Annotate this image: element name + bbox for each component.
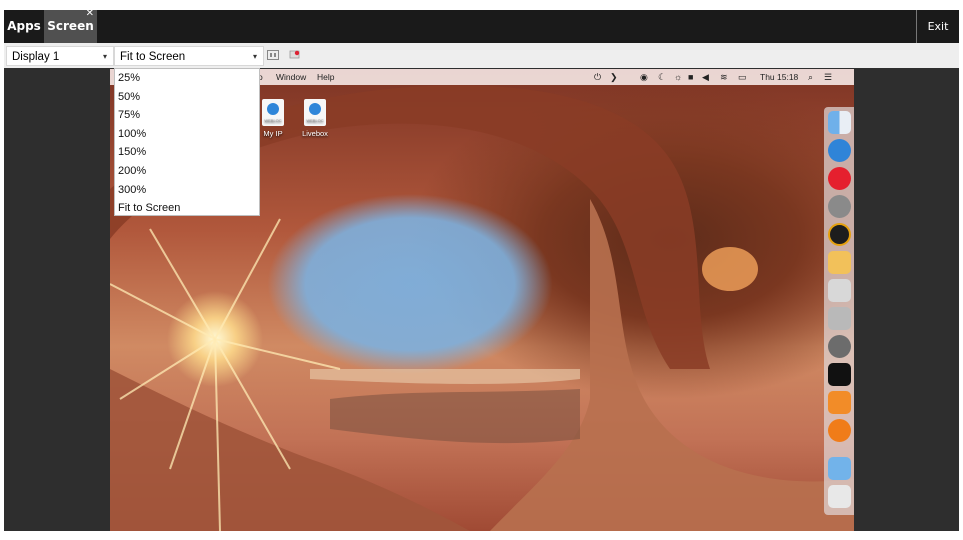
zoom-dropdown-menu: 25% 50% 75% 100% 150% 200% 300% Fit to S…	[114, 68, 260, 216]
wifi-icon[interactable]: ≋	[720, 72, 728, 82]
battery-icon[interactable]: ▭	[738, 72, 747, 82]
moon-icon[interactable]: ☾	[658, 72, 666, 82]
moon-icon[interactable]	[828, 195, 851, 218]
zoom-option-150[interactable]: 150%	[115, 143, 259, 162]
zoom-option-75[interactable]: 75%	[115, 106, 259, 125]
top-navigation-bar: Apps Screen ✕ Exit	[4, 8, 959, 43]
zoom-select-value: Fit to Screen	[120, 51, 186, 63]
chevron-down-icon: ▾	[252, 52, 257, 61]
utility-icon[interactable]	[828, 279, 851, 302]
sublime-icon[interactable]	[828, 391, 851, 414]
search-icon[interactable]: ⌕	[808, 72, 813, 82]
zoom-option-50[interactable]: 50%	[115, 88, 259, 107]
webloc-file-icon: WEBLOC	[304, 99, 326, 126]
webloc-badge: WEBLOC	[264, 118, 282, 123]
display-select-value: Display 1	[12, 51, 60, 63]
screen-toolbar: Display 1 ▾ Fit to Screen ▾	[4, 43, 959, 68]
menu-item-window[interactable]: Window	[276, 69, 306, 85]
desktop-icon-livebox[interactable]: WEBLOC Livebox	[292, 99, 338, 138]
power-icon[interactable]: ⏻	[594, 72, 601, 82]
folder-icon[interactable]	[828, 251, 851, 274]
finder-icon[interactable]	[828, 111, 851, 134]
chevron-right-icon[interactable]: ❯	[610, 72, 618, 82]
safari-icon[interactable]	[828, 139, 851, 162]
webloc-badge: WEBLOC	[306, 118, 324, 123]
terminal-icon[interactable]	[828, 363, 851, 386]
zoom-select[interactable]: Fit to Screen ▾	[114, 46, 264, 66]
close-icon[interactable]: ✕	[86, 8, 94, 20]
zoom-option-200[interactable]: 200%	[115, 162, 259, 181]
webloc-file-icon: WEBLOC	[262, 99, 284, 126]
opera-icon[interactable]	[828, 167, 851, 190]
zoom-option-25[interactable]: 25%	[115, 69, 259, 88]
list-icon[interactable]: ☰	[824, 72, 832, 82]
plex-icon[interactable]	[828, 223, 851, 246]
ibooks-icon[interactable]	[828, 419, 851, 442]
record-icon[interactable]: ◉	[640, 72, 648, 82]
brightness-icon[interactable]: ☼	[674, 72, 682, 82]
display-select[interactable]: Display 1 ▾	[6, 46, 114, 66]
menu-clock[interactable]: Thu 15:18	[760, 69, 798, 85]
tab-apps-label: Apps	[7, 19, 41, 33]
camera-icon[interactable]: ■	[688, 72, 693, 82]
exit-button[interactable]: Exit	[916, 10, 959, 43]
tab-screen[interactable]: Screen ✕	[44, 8, 97, 43]
system-preferences-icon[interactable]	[828, 335, 851, 358]
automator-icon[interactable]	[828, 307, 851, 330]
dock	[824, 107, 854, 515]
menu-item-help[interactable]: Help	[317, 69, 334, 85]
screenshot-icon[interactable]	[289, 50, 301, 60]
tab-screen-label: Screen	[47, 19, 94, 33]
tab-apps[interactable]: Apps	[4, 10, 44, 43]
volume-icon[interactable]: ◀	[702, 72, 709, 82]
desktop-icon-label: Livebox	[302, 129, 328, 138]
downloads-folder-icon[interactable]	[828, 457, 851, 480]
zoom-option-300[interactable]: 300%	[115, 181, 259, 200]
zoom-option-100[interactable]: 100%	[115, 125, 259, 144]
fit-window-icon[interactable]	[267, 50, 279, 60]
zoom-option-fit-to-screen[interactable]: Fit to Screen	[115, 199, 259, 218]
chevron-down-icon: ▾	[102, 52, 107, 61]
trash-icon[interactable]	[828, 485, 851, 508]
